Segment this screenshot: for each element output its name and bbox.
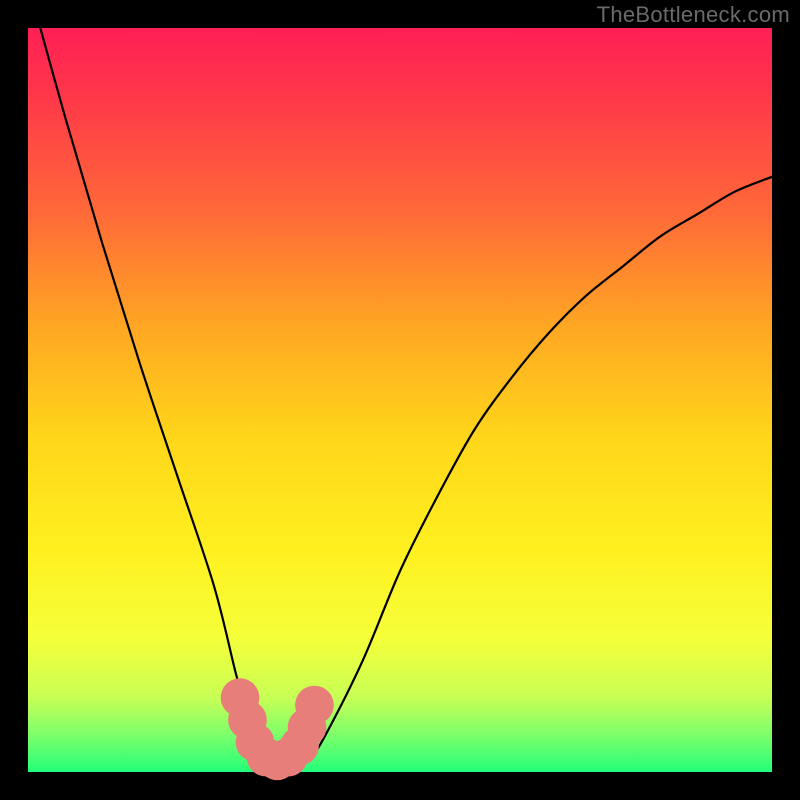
highlight-dot [295, 686, 334, 725]
heatmap-background [28, 28, 772, 772]
chart-frame: TheBottleneck.com [0, 0, 800, 800]
watermark-text: TheBottleneck.com [597, 2, 790, 28]
chart-plot [28, 28, 772, 772]
